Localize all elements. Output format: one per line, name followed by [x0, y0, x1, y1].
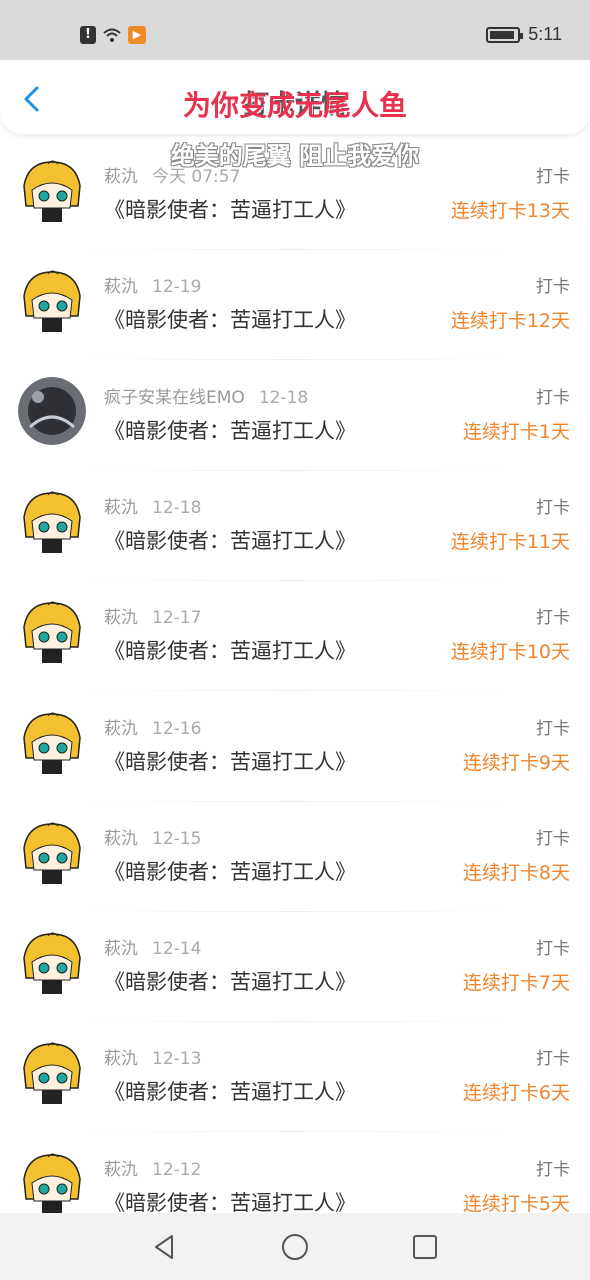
anime-avatar[interactable] [18, 1148, 86, 1217]
list-item[interactable]: 萩氿 12-18 打卡《暗影使者：苦逼打工人》 连续打卡11天 [0, 471, 590, 581]
item-date: 12-16 [152, 718, 202, 739]
username-text: 萩氿 [104, 939, 138, 960]
item-username: 萩氿 12-19 [104, 272, 201, 297]
lyric-overlay-line1: 为你变成无尾人鱼 [182, 89, 407, 122]
anime-avatar[interactable] [18, 597, 86, 666]
status-time: 5:11 [528, 24, 562, 44]
item-title: 《暗影使者：苦逼打工人》 [104, 418, 356, 443]
item-tag: 打卡 [536, 939, 570, 960]
item-tag: 打卡 [536, 1049, 570, 1070]
username-text: 萩氿 [104, 718, 138, 739]
item-date: 12-13 [152, 1049, 202, 1070]
item-streak: 连续打卡5天 [462, 1192, 570, 1215]
list-item[interactable]: 萩氿 12-19 打卡《暗影使者：苦逼打工人》 连续打卡12天 [0, 250, 590, 361]
username-text: 萩氿 [104, 828, 138, 849]
username-text: 萩氿 [104, 277, 138, 298]
item-title: 《暗影使者：苦逼打工人》 [104, 198, 356, 222]
anime-avatar[interactable] [18, 486, 86, 555]
anime-avatar[interactable] [18, 266, 86, 335]
item-title: 《暗影使者：苦逼打工人》 [104, 528, 356, 553]
item-streak: 连续打卡1天 [462, 420, 570, 443]
item-date: 12-12 [152, 1159, 202, 1180]
list-item[interactable]: 萩氿 12-15 打卡《暗影使者：苦逼打工人》 连续打卡8天 [0, 802, 590, 912]
status-icons: ! ▶ [80, 26, 146, 44]
item-tag: 打卡 [536, 1159, 570, 1180]
app-header: 打卡详情 为你变成无尾人鱼 [0, 62, 590, 134]
item-username: 萩氿 12-12 [104, 1155, 201, 1180]
list-item[interactable]: 萩氿 12-14 打卡《暗影使者：苦逼打工人》 连续打卡7天 [0, 912, 590, 1023]
item-streak: 连续打卡10天 [450, 641, 570, 664]
item-username: 萩氿 12-17 [104, 603, 201, 628]
item-streak: 连续打卡11天 [450, 530, 570, 553]
username-text: 疯子安某在线EMO [104, 387, 245, 408]
dark-avatar[interactable] [18, 376, 86, 445]
list-item[interactable]: 疯子安某在线EMO 12-18 打卡《暗影使者：苦逼打工人》 连续打卡1天 [0, 361, 590, 471]
list-item[interactable]: 萩氿 12-13 打卡《暗影使者：苦逼打工人》 连续打卡6天 [0, 1022, 590, 1133]
item-username: 疯子安某在线EMO 12-18 [104, 383, 308, 408]
nav-recents-icon[interactable] [410, 1232, 440, 1262]
username-text: 萩氿 [104, 1049, 138, 1070]
item-title: 《暗影使者：苦逼打工人》 [104, 859, 356, 884]
item-username: 萩氿 12-13 [104, 1044, 201, 1069]
status-right: 5:11 [486, 24, 562, 45]
item-tag: 打卡 [536, 497, 570, 518]
item-title: 《暗影使者：苦逼打工人》 [104, 970, 356, 995]
list-item[interactable]: 萩氿 12-17 打卡《暗影使者：苦逼打工人》 连续打卡10天 [0, 581, 590, 692]
anime-avatar[interactable] [18, 707, 86, 776]
nav-home-icon[interactable] [280, 1232, 310, 1262]
item-streak: 连续打卡12天 [450, 310, 570, 333]
item-title: 《暗影使者：苦逼打工人》 [104, 639, 356, 664]
notification-icon: ! [80, 26, 96, 44]
username-text: 萩氿 [104, 1159, 138, 1180]
system-nav-bar [0, 1213, 590, 1280]
item-streak: 连续打卡9天 [462, 751, 570, 774]
item-tag: 打卡 [536, 828, 570, 849]
username-text: 萩氿 [104, 608, 138, 629]
anime-avatar[interactable] [18, 817, 86, 886]
item-tag: 打卡 [536, 718, 570, 739]
item-title: 《暗影使者：苦逼打工人》 [104, 749, 356, 774]
item-date: 12-14 [152, 939, 202, 960]
item-username: 萩氿 12-14 [104, 934, 201, 959]
item-date: 12-17 [152, 608, 202, 629]
anime-avatar[interactable] [18, 1038, 86, 1107]
item-streak: 连续打卡7天 [462, 972, 570, 995]
item-username: 萩氿 12-18 [104, 493, 201, 518]
username-text: 萩氿 [104, 497, 138, 518]
item-date: 12-18 [152, 497, 202, 518]
wifi-icon [103, 28, 121, 42]
item-tag: 打卡 [536, 387, 570, 408]
item-tag: 打卡 [536, 277, 570, 298]
nav-back-icon[interactable] [150, 1232, 180, 1262]
item-title: 《暗影使者：苦逼打工人》 [104, 308, 356, 333]
list-item[interactable]: 萩氿 12-16 打卡《暗影使者：苦逼打工人》 连续打卡9天 [0, 692, 590, 802]
item-streak: 连续打卡13天 [450, 200, 570, 222]
lyric-overlay-line2: 绝美的尾翼 阻止我爱你 [170, 142, 420, 170]
anime-avatar[interactable] [18, 928, 86, 997]
status-bar: ! ▶ 5:11 [0, 0, 590, 60]
item-date: 12-15 [152, 828, 202, 849]
item-streak: 连续打卡8天 [462, 861, 570, 884]
item-streak: 连续打卡6天 [462, 1082, 570, 1105]
battery-icon [486, 26, 524, 43]
item-date: 12-18 [258, 387, 309, 408]
item-date: 12-19 [152, 277, 202, 298]
item-title: 《暗影使者：苦逼打工人》 [104, 1080, 356, 1105]
item-username: 萩氿 12-15 [104, 824, 201, 849]
media-app-icon: ▶ [128, 26, 146, 44]
item-tag: 打卡 [536, 608, 570, 629]
item-username: 萩氿 12-16 [104, 714, 201, 739]
